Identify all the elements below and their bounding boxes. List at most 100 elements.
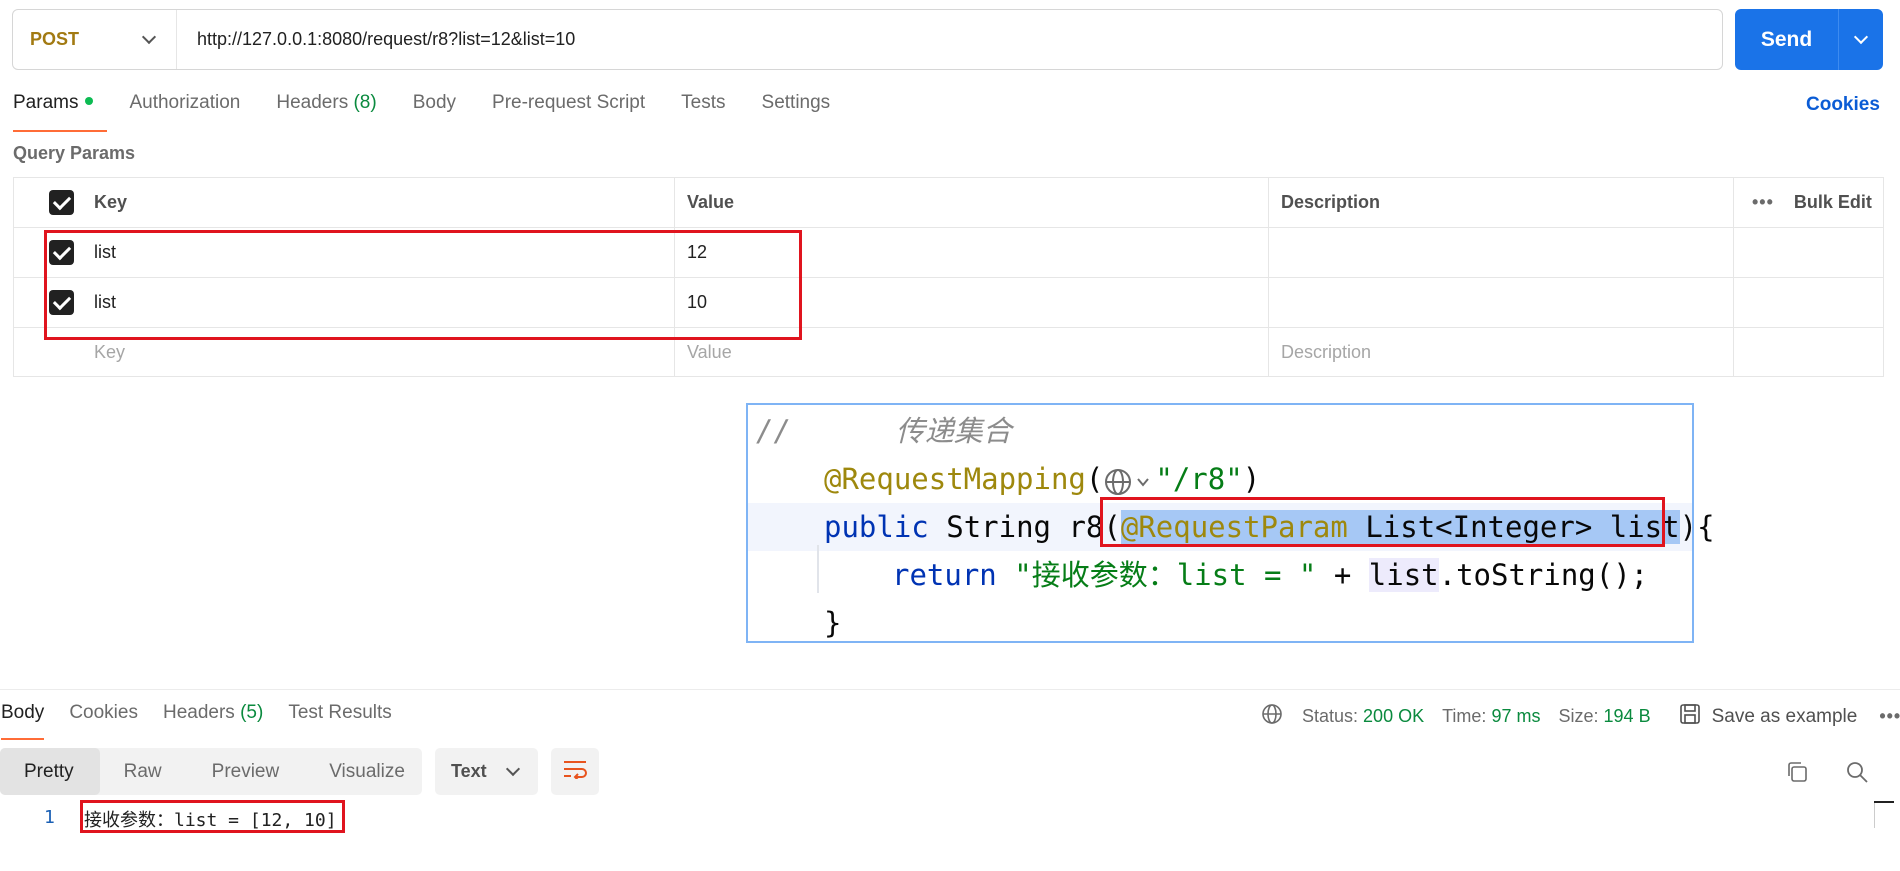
param-name: list bbox=[1609, 510, 1680, 544]
row-actions-cell bbox=[1734, 328, 1883, 376]
tab-label: Test Results bbox=[288, 702, 392, 723]
query-params-table: Key Value Description ••• Bulk Edit list… bbox=[13, 177, 1884, 377]
response-body-text: 接收参数：list = [12, 10] bbox=[84, 810, 337, 831]
return-string: "接收参数：list = " bbox=[1014, 558, 1317, 592]
row-actions-cell bbox=[1734, 228, 1883, 277]
scrollbar-track[interactable] bbox=[1874, 803, 1875, 828]
bulk-edit-cell: ••• Bulk Edit bbox=[1734, 178, 1883, 227]
tab-label: Pre-request Script bbox=[492, 92, 646, 113]
scrollbar-thumb[interactable] bbox=[1874, 801, 1894, 803]
return-call: .toString(); bbox=[1438, 558, 1649, 592]
new-description-field[interactable]: Description bbox=[1269, 328, 1734, 376]
tab-label: Settings bbox=[761, 92, 831, 113]
request-param-annotation: @RequestParam bbox=[1120, 510, 1348, 544]
tab-label: Authorization bbox=[129, 92, 241, 113]
request-tabs: Params Authorization Headers (8) Body Pr… bbox=[13, 92, 866, 132]
new-key-field[interactable]: Key bbox=[82, 328, 675, 376]
param-key-field[interactable]: list bbox=[82, 228, 675, 277]
send-options-button[interactable] bbox=[1838, 9, 1883, 70]
globe-icon bbox=[1103, 463, 1155, 495]
return-var: list bbox=[1368, 558, 1439, 592]
tab-settings[interactable]: Settings bbox=[762, 92, 831, 130]
response-tabs: Body Cookies Headers (5) Test Results bbox=[1, 702, 417, 740]
more-horizontal-icon[interactable]: ••• bbox=[1752, 192, 1774, 213]
copy-icon[interactable] bbox=[1781, 756, 1813, 788]
send-button-group: Send bbox=[1735, 9, 1883, 70]
param-value-field[interactable]: 10 bbox=[675, 278, 1269, 327]
checkbox-checked-icon[interactable] bbox=[49, 240, 74, 265]
save-as-example-button[interactable]: Save as example bbox=[1712, 706, 1858, 728]
tab-label: Cookies bbox=[69, 702, 138, 723]
wrap-lines-icon bbox=[562, 759, 588, 784]
row-actions-cell bbox=[1734, 278, 1883, 327]
method-label: POST bbox=[30, 29, 80, 49]
param-description-field[interactable] bbox=[1269, 278, 1734, 327]
value-header: Value bbox=[675, 178, 1269, 227]
tab-label: Body bbox=[1, 702, 45, 723]
checkbox-checked-icon[interactable] bbox=[49, 190, 74, 215]
time-label: Time: bbox=[1442, 706, 1487, 726]
format-select[interactable]: Text bbox=[435, 748, 538, 795]
new-param-row: Key Value Description bbox=[14, 328, 1883, 376]
save-icon bbox=[1679, 703, 1701, 730]
tab-authorization[interactable]: Authorization bbox=[129, 92, 240, 130]
tab-pre-request-script[interactable]: Pre-request Script bbox=[492, 92, 645, 130]
bulk-edit-button[interactable]: Bulk Edit bbox=[1794, 192, 1872, 213]
tab-response-body[interactable]: Body bbox=[1, 702, 45, 740]
indent-guide bbox=[817, 545, 819, 593]
more-horizontal-icon[interactable]: ••• bbox=[1879, 706, 1900, 727]
chevron-down-icon bbox=[1853, 29, 1869, 45]
headers-count: (5) bbox=[240, 702, 264, 723]
send-button[interactable]: Send bbox=[1735, 9, 1838, 70]
keyword-public: public bbox=[824, 510, 929, 544]
tab-tests[interactable]: Tests bbox=[681, 92, 725, 130]
wrap-lines-button[interactable] bbox=[551, 748, 599, 795]
tab-response-headers[interactable]: Headers (5) bbox=[163, 702, 263, 724]
view-visualize[interactable]: Visualize bbox=[305, 748, 431, 795]
tab-label: Tests bbox=[681, 92, 726, 113]
method-name: r8 bbox=[1068, 510, 1104, 544]
tab-params[interactable]: Params bbox=[13, 92, 109, 132]
view-preview[interactable]: Preview bbox=[188, 748, 306, 795]
table-row: list 10 bbox=[14, 278, 1883, 328]
format-label: Text bbox=[451, 761, 487, 781]
status-label: Status: bbox=[1302, 706, 1359, 726]
time-value[interactable]: 97 ms bbox=[1491, 706, 1540, 727]
table-header-row: Key Value Description ••• Bulk Edit bbox=[14, 178, 1883, 228]
size-value[interactable]: 194 B bbox=[1604, 706, 1651, 727]
param-key-field[interactable]: list bbox=[82, 278, 675, 327]
param-description-field[interactable] bbox=[1269, 228, 1734, 277]
comment-slashes: // bbox=[756, 414, 791, 448]
chevron-down-icon bbox=[141, 29, 157, 45]
cookies-link[interactable]: Cookies bbox=[1806, 94, 1880, 116]
tab-test-results[interactable]: Test Results bbox=[288, 702, 391, 724]
globe-icon[interactable] bbox=[1260, 702, 1284, 731]
comment-text: 传递集合 bbox=[895, 414, 1012, 448]
active-dot-icon bbox=[85, 96, 94, 105]
param-value-field[interactable]: 12 bbox=[675, 228, 1269, 277]
param-type: List<Integer> bbox=[1365, 510, 1593, 544]
query-params-title: Query Params bbox=[13, 143, 136, 163]
method-select[interactable]: POST bbox=[13, 10, 177, 69]
section-divider bbox=[0, 689, 1900, 690]
row-checkbox-cell bbox=[14, 228, 82, 277]
tab-label: Headers bbox=[162, 702, 235, 723]
new-value-field[interactable]: Value bbox=[675, 328, 1269, 376]
checkbox-checked-icon[interactable] bbox=[49, 290, 74, 315]
tab-label: Headers bbox=[276, 92, 349, 113]
row-checkbox-cell bbox=[14, 328, 82, 376]
tab-body[interactable]: Body bbox=[413, 92, 456, 130]
chevron-down-icon bbox=[505, 761, 521, 777]
view-raw[interactable]: Raw bbox=[100, 748, 188, 795]
headers-count: (8) bbox=[353, 92, 377, 113]
view-pretty[interactable]: Pretty bbox=[0, 748, 100, 795]
code-line-close: } bbox=[748, 599, 1692, 647]
tab-response-cookies[interactable]: Cookies bbox=[69, 702, 138, 724]
url-input[interactable] bbox=[177, 10, 1722, 69]
tab-headers[interactable]: Headers (8) bbox=[276, 92, 376, 130]
status-value[interactable]: 200 OK bbox=[1363, 706, 1424, 727]
line-number: 1 bbox=[44, 807, 55, 828]
response-view-selector: Pretty Raw Preview Visualize bbox=[0, 748, 422, 795]
request-url-bar: POST bbox=[12, 9, 1723, 70]
search-icon[interactable] bbox=[1841, 756, 1873, 788]
